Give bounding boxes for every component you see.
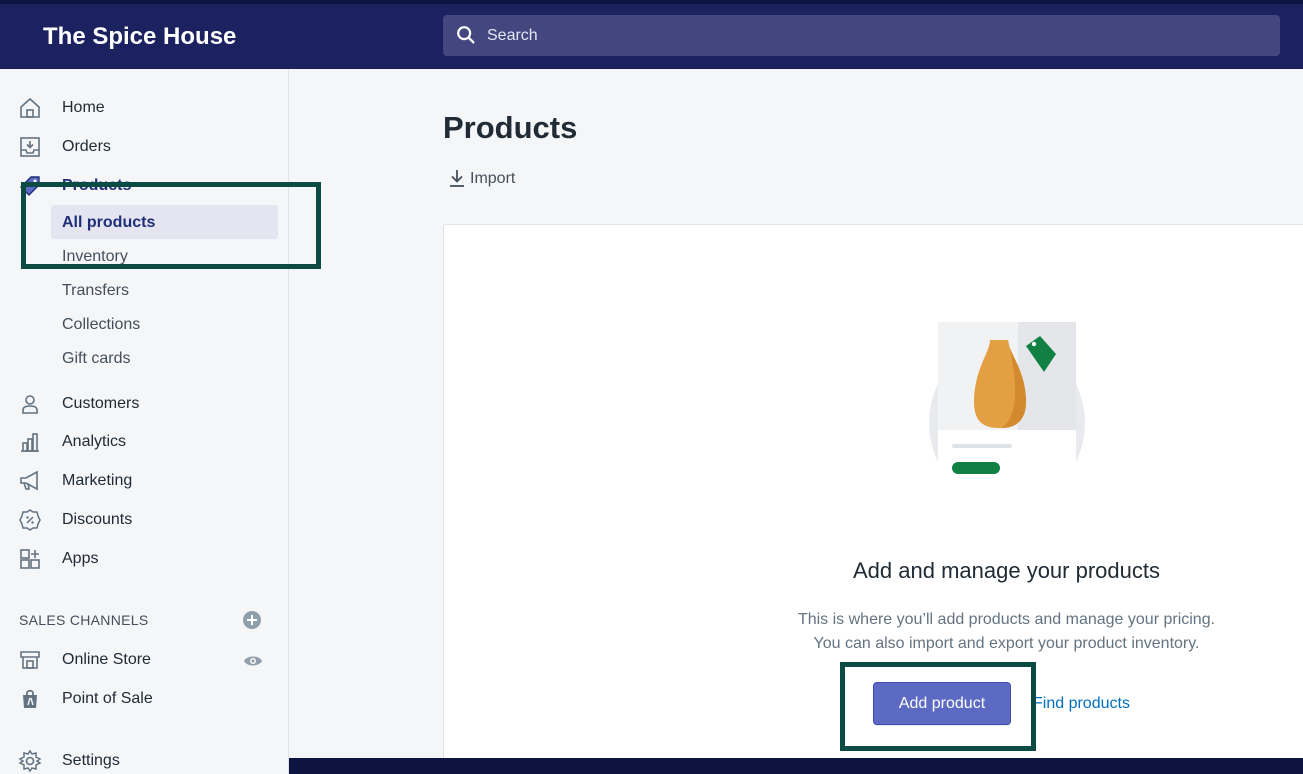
empty-state-description-line: You can also import and export your prod… xyxy=(813,635,1200,652)
sidebar-item-orders[interactable]: Orders xyxy=(0,132,289,162)
sidebar-item-label: Customers xyxy=(62,395,140,412)
search-icon xyxy=(455,24,477,46)
home-icon xyxy=(18,96,42,120)
sidebar-item-label: Orders xyxy=(62,138,111,155)
sidebar-item-label: Online Store xyxy=(62,651,151,668)
sidebar-subitem-transfers[interactable]: Transfers xyxy=(51,273,278,307)
empty-state-description-line: This is where you’ll add products and ma… xyxy=(797,611,1216,628)
sidebar-item-settings[interactable]: Settings xyxy=(0,746,289,774)
shopping-bag-icon xyxy=(18,687,42,711)
sidebar-item-label: Analytics xyxy=(62,433,127,450)
chart-icon xyxy=(18,430,42,454)
megaphone-icon xyxy=(18,469,42,493)
sidebar-item-label: Apps xyxy=(62,550,99,567)
search-placeholder: Search xyxy=(487,27,538,44)
sidebar-subitem-collections[interactable]: Collections xyxy=(51,307,278,341)
empty-state-title: Add and manage your products xyxy=(853,558,1160,583)
import-label: Import xyxy=(470,170,516,187)
discount-icon xyxy=(18,508,42,532)
sidebar-subitem-gift-cards[interactable]: Gift cards xyxy=(51,341,278,375)
subitem-label: Gift cards xyxy=(62,350,131,367)
subitem-label: Collections xyxy=(62,316,141,333)
sidebar-item-customers[interactable]: Customers xyxy=(0,389,289,419)
search-bar[interactable]: Search xyxy=(443,15,1280,56)
store-icon xyxy=(18,648,42,672)
sidebar-item-label: Marketing xyxy=(62,472,133,489)
sales-channels-heading: SALES CHANNELS xyxy=(19,612,149,628)
product-illustration xyxy=(916,322,1098,480)
sidebar-item-apps[interactable]: Apps xyxy=(0,544,289,574)
highlight-box-add-product xyxy=(840,662,1036,751)
person-icon xyxy=(18,392,42,416)
top-bar: The Spice House Search xyxy=(0,0,1303,69)
sidebar-item-label: Discounts xyxy=(62,511,133,528)
sidebar-item-label: Home xyxy=(62,99,105,116)
sidebar-item-label: Settings xyxy=(62,752,120,769)
apps-icon xyxy=(18,547,42,571)
sidebar-item-label: Point of Sale xyxy=(62,690,153,707)
bottom-band xyxy=(289,758,1303,774)
subitem-label: Transfers xyxy=(62,282,129,299)
empty-state-description: This is where you’ll add products and ma… xyxy=(443,608,1303,656)
download-icon xyxy=(448,168,466,188)
sidebar: Home Orders Products All products Invent… xyxy=(0,69,289,774)
highlight-box-all-products xyxy=(21,182,321,269)
sidebar-item-discounts[interactable]: Discounts xyxy=(0,505,289,535)
add-sales-channel-button[interactable] xyxy=(243,611,261,629)
sidebar-item-point-of-sale[interactable]: Point of Sale xyxy=(0,684,289,714)
page-title: Products xyxy=(443,110,578,145)
eye-icon[interactable] xyxy=(243,654,263,668)
find-products-link[interactable]: Find products xyxy=(1033,695,1130,713)
orders-icon xyxy=(18,135,42,159)
sidebar-item-home[interactable]: Home xyxy=(0,93,289,123)
sidebar-item-analytics[interactable]: Analytics xyxy=(0,427,289,457)
sidebar-item-marketing[interactable]: Marketing xyxy=(0,466,289,496)
store-name[interactable]: The Spice House xyxy=(43,23,236,51)
gear-icon xyxy=(18,749,42,773)
